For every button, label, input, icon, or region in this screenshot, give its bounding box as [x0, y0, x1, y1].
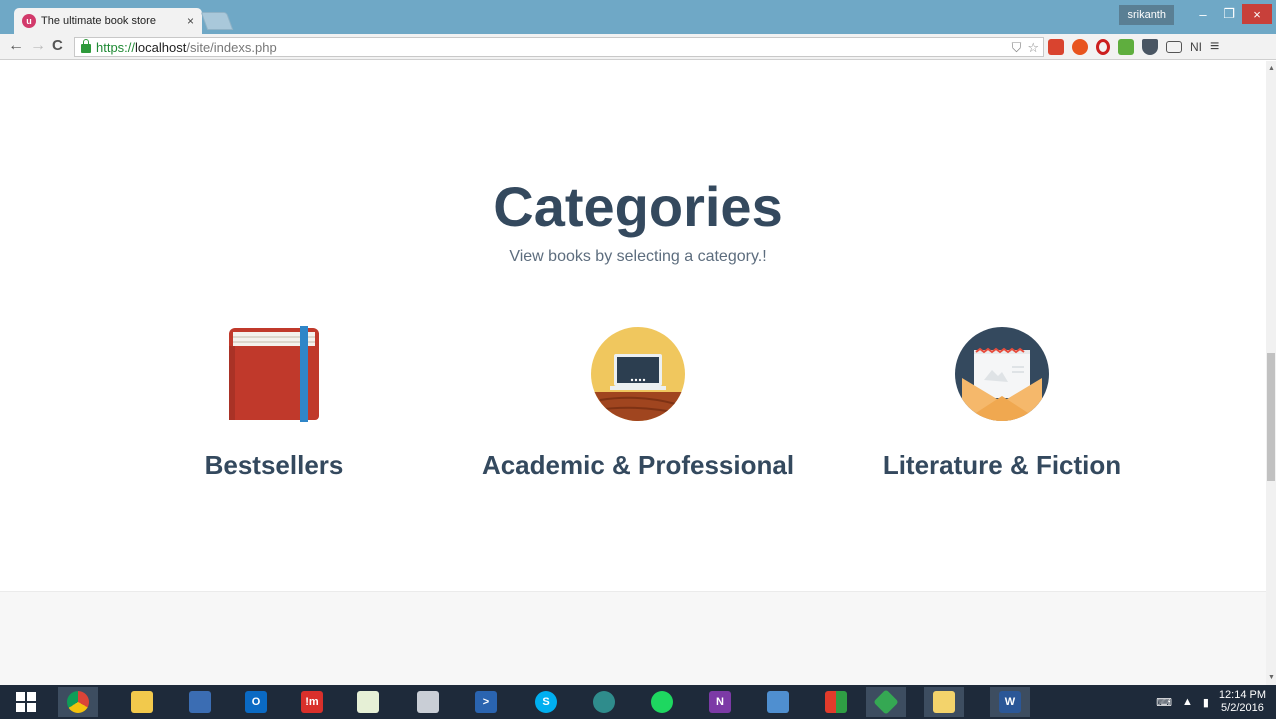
taskbar-spotify[interactable] [642, 687, 682, 717]
vertical-scrollbar[interactable]: ▲ ▼ [1266, 61, 1276, 685]
show-hidden-icons-icon[interactable]: ▲ [1182, 696, 1193, 708]
extension-ni-icon[interactable]: NI [1190, 40, 1202, 54]
url-path: /site/indexs.php [186, 39, 277, 55]
taskbar-word[interactable]: W [990, 687, 1030, 717]
onenote-icon: N [709, 691, 731, 713]
taskbar-skype[interactable]: S [526, 687, 566, 717]
category-label: Literature & Fiction [882, 450, 1122, 480]
tiles-icon [825, 691, 847, 713]
browser-toolbar: ← → C https:// localhost /site/indexs.ph… [0, 34, 1276, 60]
page-content: Categories View books by selecting a cat… [0, 61, 1266, 685]
im-icon: !m [301, 691, 323, 713]
remote-desktop-icon [767, 691, 789, 713]
chrome-menu-icon[interactable]: ≡ [1210, 38, 1219, 56]
taskbar-remote-desktop[interactable] [758, 687, 798, 717]
footer-section [0, 591, 1266, 685]
app-green-icon [873, 689, 899, 715]
taskbar-project[interactable] [348, 687, 388, 717]
windows-taskbar: O !m > S N W ⌨ ▲ ▮ 12:14 PM 5/2/2016 [0, 685, 1276, 719]
extension-green-icon[interactable] [1118, 39, 1134, 55]
keyboard-icon[interactable]: ⌨ [1156, 696, 1172, 709]
outlook-icon: O [245, 691, 267, 713]
system-tray: ⌨ ▲ ▮ 12:14 PM 5/2/2016 [1156, 685, 1266, 719]
browser-tab[interactable]: u The ultimate book store × [14, 8, 202, 34]
lock-icon [81, 39, 91, 53]
taskbar-chrome[interactable] [58, 687, 98, 717]
category-academic-professional[interactable]: Academic & Professional [478, 326, 798, 481]
skype-icon: S [535, 691, 557, 713]
tab-close-icon[interactable]: × [187, 14, 194, 28]
clock-date: 5/2/2016 [1221, 702, 1264, 714]
scroll-down-arrow-icon[interactable]: ▼ [1268, 674, 1275, 681]
shield-icon[interactable]: ⛉ [1012, 40, 1022, 56]
start-button[interactable] [6, 687, 46, 717]
book-icon [226, 326, 322, 422]
spotify-icon [651, 691, 673, 713]
category-bestsellers[interactable]: Bestsellers [114, 326, 434, 481]
clock-time: 12:14 PM [1218, 689, 1266, 701]
taskbar-im[interactable]: !m [292, 687, 332, 717]
scrollbar-thumb[interactable] [1267, 353, 1275, 481]
taskbar-network[interactable] [180, 687, 220, 717]
site-favicon-icon: u [22, 14, 36, 28]
page-title: Categories [493, 175, 783, 238]
envelope-icon [954, 326, 1050, 422]
url-host: localhost [135, 39, 187, 55]
taskbar-tiles[interactable] [816, 687, 856, 717]
scroll-up-arrow-icon[interactable]: ▲ [1268, 65, 1275, 72]
back-button[interactable]: ← [8, 37, 24, 55]
network-icon [189, 691, 211, 713]
close-window-button[interactable]: × [1242, 4, 1272, 24]
calculator-icon [417, 691, 439, 713]
forward-button[interactable]: → [30, 37, 46, 55]
reload-button[interactable]: C [52, 37, 63, 54]
category-literature-fiction[interactable]: Literature & Fiction [842, 326, 1162, 481]
taskbar-app-green[interactable] [866, 687, 906, 717]
taskbar-outlook[interactable]: O [236, 687, 276, 717]
taskbar-powershell[interactable]: > [466, 687, 506, 717]
extension-opera-icon[interactable] [1096, 39, 1110, 55]
category-label: Bestsellers [204, 450, 344, 480]
extension-pocket-icon[interactable] [1142, 39, 1158, 55]
chalkboard-icon [590, 326, 686, 422]
network-status-icon[interactable]: ▮ [1203, 696, 1209, 709]
extension-alert-icon[interactable] [1072, 39, 1088, 55]
bookmark-star-icon[interactable]: ☆ [1027, 40, 1039, 56]
profile-button[interactable]: srikanth [1119, 5, 1174, 25]
app-folder-icon [933, 691, 955, 713]
taskbar-app-folder[interactable] [924, 687, 964, 717]
browser-icon [593, 691, 615, 713]
browser-title-bar: u The ultimate book store × srikanth – ❐… [0, 0, 1276, 34]
start-icon [16, 692, 36, 712]
taskbar-browser[interactable] [584, 687, 624, 717]
new-tab-button[interactable] [200, 12, 234, 30]
address-bar[interactable]: https:// localhost /site/indexs.php ⛉ ☆ [74, 37, 1044, 57]
taskbar-file-explorer[interactable] [122, 687, 162, 717]
word-icon: W [999, 691, 1021, 713]
url-scheme: https:// [96, 39, 136, 55]
cast-icon[interactable] [1166, 41, 1182, 53]
chrome-icon [67, 691, 89, 713]
maximize-button[interactable]: ❐ [1214, 4, 1244, 24]
tab-title: The ultimate book store [41, 15, 156, 27]
taskbar-onenote[interactable]: N [700, 687, 740, 717]
file-explorer-icon [131, 691, 153, 713]
clock[interactable]: 12:14 PM 5/2/2016 [1219, 689, 1266, 715]
page-subtitle: View books by selecting a category.! [509, 248, 767, 265]
project-icon [357, 691, 379, 713]
powershell-icon: > [475, 691, 497, 713]
taskbar-calculator[interactable] [408, 687, 448, 717]
category-label: Academic & Professional [481, 450, 795, 480]
extension-book-icon[interactable] [1048, 39, 1064, 55]
